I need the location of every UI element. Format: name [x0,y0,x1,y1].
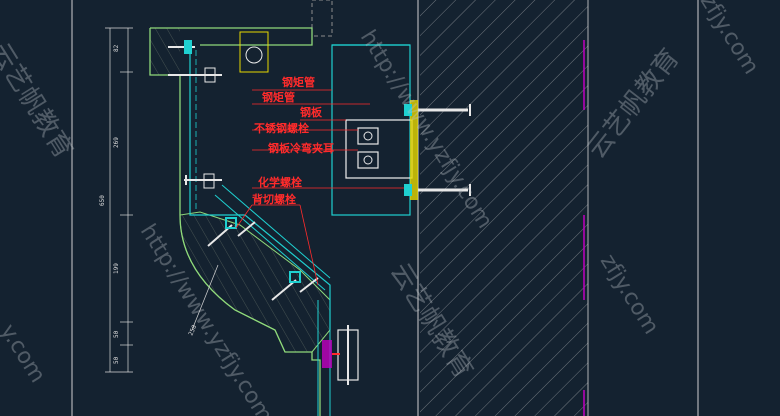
label-steel-plate: 钢板 [300,105,323,119]
top-connector-bolt-icon [245,46,263,64]
section-drawing: 82 269 650 199 50 50 250 钢矩管 钢矩管 钢板 不锈钢螺… [0,0,764,416]
label-steel-tube-2: 钢矩管 [262,90,295,104]
cad-canvas: 82 269 650 199 50 50 250 钢矩管 钢矩管 钢板 不锈钢螺… [0,0,780,416]
dim-199: 199 [113,263,120,274]
watermark-url-short: zfjy.com [595,250,664,339]
dim-50b: 50 [113,356,120,364]
label-ss-bolt: 不锈钢螺栓 [254,121,309,135]
dim-650: 650 [99,195,106,206]
cornice-top-stone [150,28,180,75]
dimension-chain [105,27,133,373]
label-angle-ear: 钢板冷弯夹耳 [268,141,334,155]
top-tube-connector [239,31,269,73]
dim-269: 269 [113,137,120,148]
dim-50a: 50 [113,330,120,338]
label-steel-tube-1: 钢矩管 [282,75,315,89]
dim-82: 82 [113,44,120,52]
bottom-clamp [322,325,359,385]
embedded-steel-plate [345,119,413,179]
watermark-url-topright: zfjy.com [695,0,764,79]
watermark-url-tail: y.com [0,320,50,387]
ss-bolt-lower-icon [357,151,379,169]
watermark-brand-right: 云艺帆教育 [582,43,686,164]
ss-bolt-upper-icon [357,127,379,145]
label-chem-bolt: 化学螺栓 [258,175,302,189]
top-dashed-column [311,0,333,37]
label-undercut-anchor: 背切螺栓 [252,192,296,206]
watermark-brand-left: 云艺帆教育 [0,38,78,164]
